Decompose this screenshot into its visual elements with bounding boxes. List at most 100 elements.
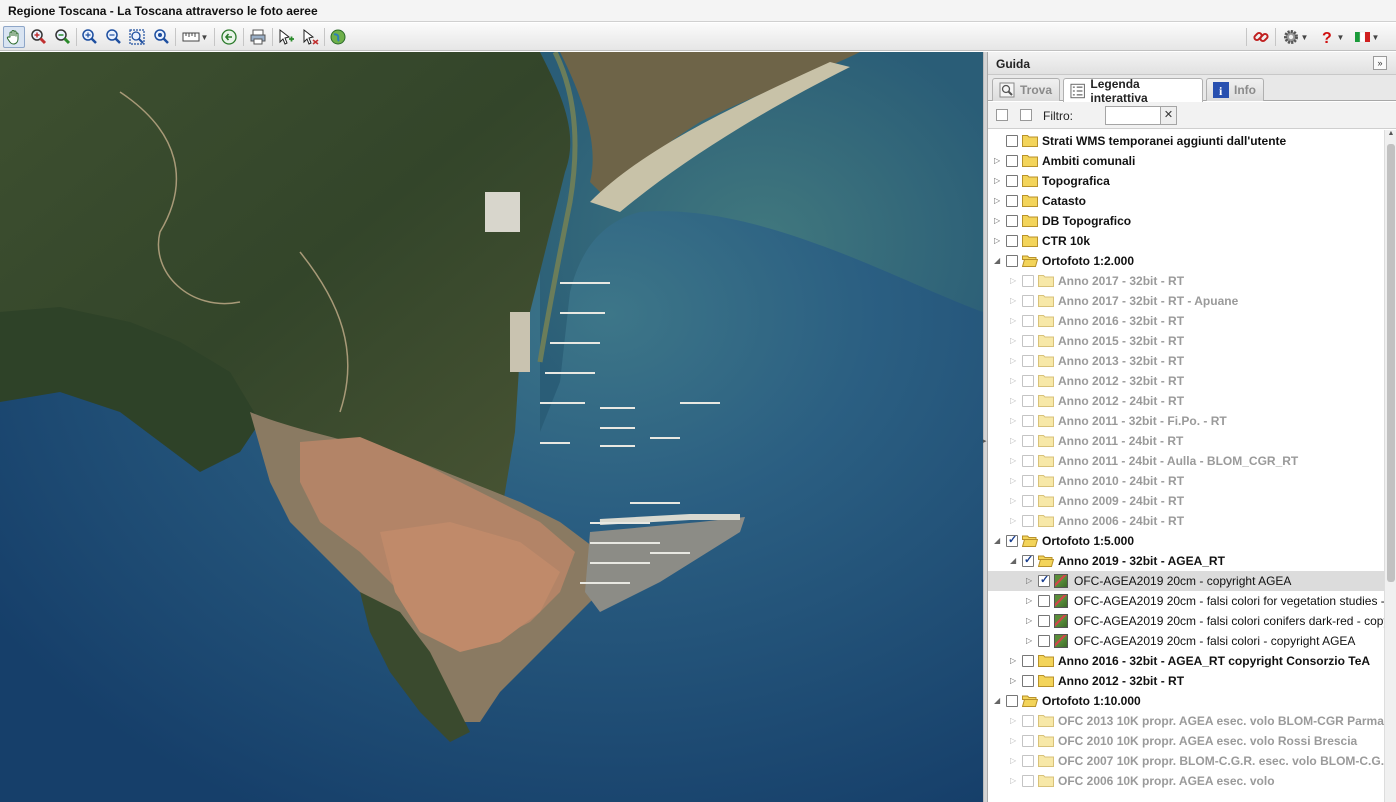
legend-folder-row[interactable]: ◢ Ortofoto 1:2.000 [988,251,1384,271]
expander-closed-icon[interactable]: ▷ [1010,396,1019,406]
splitter-handle-icon[interactable]: ▸ [983,437,987,445]
layer-checkbox[interactable] [1022,655,1034,667]
italian-flag-icon[interactable]: ▼ [1350,26,1382,48]
layer-checkbox[interactable] [1006,215,1018,227]
aerial-map-view[interactable] [0,52,983,802]
expander-closed-icon[interactable]: ▷ [1010,656,1019,666]
layer-checkbox[interactable] [1006,695,1018,707]
expander-open-icon[interactable]: ◢ [994,696,1003,706]
legend-folder-row[interactable]: ▷ Anno 2011 - 24bit - RT [988,431,1384,451]
legend-folder-row[interactable]: ▷ Anno 2006 - 24bit - RT [988,511,1384,531]
legend-folder-row[interactable]: ▷ Topografica [988,171,1384,191]
legend-folder-row[interactable]: ▷ OFC 2013 10K propr. AGEA esec. volo BLO… [988,711,1384,731]
help-icon[interactable]: ? ▼ [1316,26,1346,48]
layer-checkbox[interactable] [1038,635,1050,647]
layer-checkbox[interactable] [1022,475,1034,487]
select-remove-icon[interactable] [299,26,321,48]
legend-folder-row[interactable]: ▷ Anno 2012 - 32bit - RT [988,371,1384,391]
layer-checkbox[interactable] [1022,395,1034,407]
expander-closed-icon[interactable]: ▷ [1010,736,1019,746]
legend-folder-row[interactable]: ◢ Ortofoto 1:10.000 [988,691,1384,711]
globe-icon[interactable] [327,26,349,48]
expander-closed-icon[interactable]: ▷ [994,196,1003,206]
layer-checkbox[interactable] [1006,135,1018,147]
expander-closed-icon[interactable]: ▷ [1010,356,1019,366]
expander-closed-icon[interactable]: ▷ [1010,496,1019,506]
expander-closed-icon[interactable]: ▷ [994,156,1003,166]
zoom-extent-icon[interactable] [126,26,148,48]
zoom-out-icon[interactable] [51,26,73,48]
gear-icon[interactable]: ▼ [1279,26,1311,48]
legend-layer-row[interactable]: ▷ OFC-AGEA2019 20cm - falsi colori for ve… [988,591,1384,611]
legend-folder-row[interactable]: ▷ Anno 2012 - 24bit - RT [988,391,1384,411]
legend-folder-row[interactable]: Strati WMS temporanei aggiunti dall'uten… [988,131,1384,151]
legend-folder-row[interactable]: ▷ Anno 2015 - 32bit - RT [988,331,1384,351]
legend-folder-row[interactable]: ▷ Anno 2010 - 24bit - RT [988,471,1384,491]
zoom-box-out-icon[interactable] [102,26,124,48]
expander-closed-icon[interactable]: ▷ [1010,676,1019,686]
scroll-thumb[interactable] [1387,144,1395,582]
legend-folder-row[interactable]: ▷ OFC 2006 10K propr. AGEA esec. volo [988,771,1384,791]
expander-closed-icon[interactable]: ▷ [1010,436,1019,446]
expander-closed-icon[interactable]: ▷ [1010,476,1019,486]
zoom-in-icon[interactable] [27,26,49,48]
expand-all-icon[interactable] [996,109,1008,121]
layer-checkbox[interactable] [1006,235,1018,247]
legend-folder-row[interactable]: ▷ Ambiti comunali [988,151,1384,171]
layer-checkbox[interactable] [1006,195,1018,207]
expander-closed-icon[interactable]: ▷ [994,216,1003,226]
legend-folder-row[interactable]: ▷ Anno 2017 - 32bit - RT [988,271,1384,291]
expander-closed-icon[interactable]: ▷ [1010,716,1019,726]
legend-folder-row[interactable]: ▷ Anno 2017 - 32bit - RT - Apuane [988,291,1384,311]
legend-folder-row[interactable]: ▷ Catasto [988,191,1384,211]
legend-folder-row[interactable]: ▷ Anno 2011 - 32bit - Fi.Po. - RT [988,411,1384,431]
zoom-full-icon[interactable] [150,26,172,48]
expander-open-icon[interactable]: ◢ [1010,556,1019,566]
expander-closed-icon[interactable]: ▷ [1010,336,1019,346]
legend-folder-row[interactable]: ◢ Anno 2019 - 32bit - AGEA_RT [988,551,1384,571]
layer-checkbox[interactable] [1038,573,1050,587]
layer-checkbox[interactable] [1022,315,1034,327]
layer-checkbox[interactable] [1022,275,1034,287]
expander-closed-icon[interactable]: ▷ [1026,596,1035,606]
scroll-up-icon[interactable]: ▲ [1385,130,1396,142]
legend-layer-row[interactable]: ▷ OFC-AGEA2019 20cm - falsi colori - copy… [988,631,1384,651]
layer-checkbox[interactable] [1022,495,1034,507]
layer-checkbox[interactable] [1022,755,1034,767]
zoom-box-in-icon[interactable] [78,26,100,48]
legend-layer-row[interactable]: ▷ OFC-AGEA2019 20cm - copyright AGEA [988,571,1384,591]
tree-scrollbar[interactable]: ▲ [1384,130,1396,802]
legend-folder-row[interactable]: ▷ Anno 2016 - 32bit - RT [988,311,1384,331]
link-icon[interactable] [1250,26,1272,48]
layer-checkbox[interactable] [1022,553,1034,567]
layer-checkbox[interactable] [1022,455,1034,467]
layer-checkbox[interactable] [1022,735,1034,747]
layer-checkbox[interactable] [1022,415,1034,427]
expander-closed-icon[interactable]: ▷ [1010,776,1019,786]
layer-checkbox[interactable] [1038,615,1050,627]
legend-folder-row[interactable]: ▷ Anno 2012 - 32bit - RT [988,671,1384,691]
expander-closed-icon[interactable]: ▷ [1010,456,1019,466]
layer-checkbox[interactable] [1022,775,1034,787]
back-icon[interactable] [218,26,240,48]
expander-closed-icon[interactable]: ▷ [1010,376,1019,386]
collapse-all-icon[interactable] [1020,109,1032,121]
select-add-icon[interactable] [275,26,297,48]
expander-closed-icon[interactable]: ▷ [1010,416,1019,426]
legend-folder-row[interactable]: ▷ CTR 10k [988,231,1384,251]
expander-closed-icon[interactable]: ▷ [1010,756,1019,766]
tab-info[interactable]: i Info [1206,78,1264,101]
layer-checkbox[interactable] [1022,375,1034,387]
layer-checkbox[interactable] [1022,335,1034,347]
expander-closed-icon[interactable]: ▷ [1026,576,1035,586]
layer-checkbox[interactable] [1022,435,1034,447]
layer-checkbox[interactable] [1006,175,1018,187]
legend-folder-row[interactable]: ▷ DB Topografico [988,211,1384,231]
layer-checkbox[interactable] [1022,515,1034,527]
layer-checkbox[interactable] [1022,295,1034,307]
measure-icon[interactable]: ▼ [180,26,210,48]
layer-checkbox[interactable] [1006,155,1018,167]
expander-closed-icon[interactable]: ▷ [1010,316,1019,326]
legend-folder-row[interactable]: ◢ Ortofoto 1:5.000 [988,531,1384,551]
tab-trova[interactable]: Trova [992,78,1060,101]
